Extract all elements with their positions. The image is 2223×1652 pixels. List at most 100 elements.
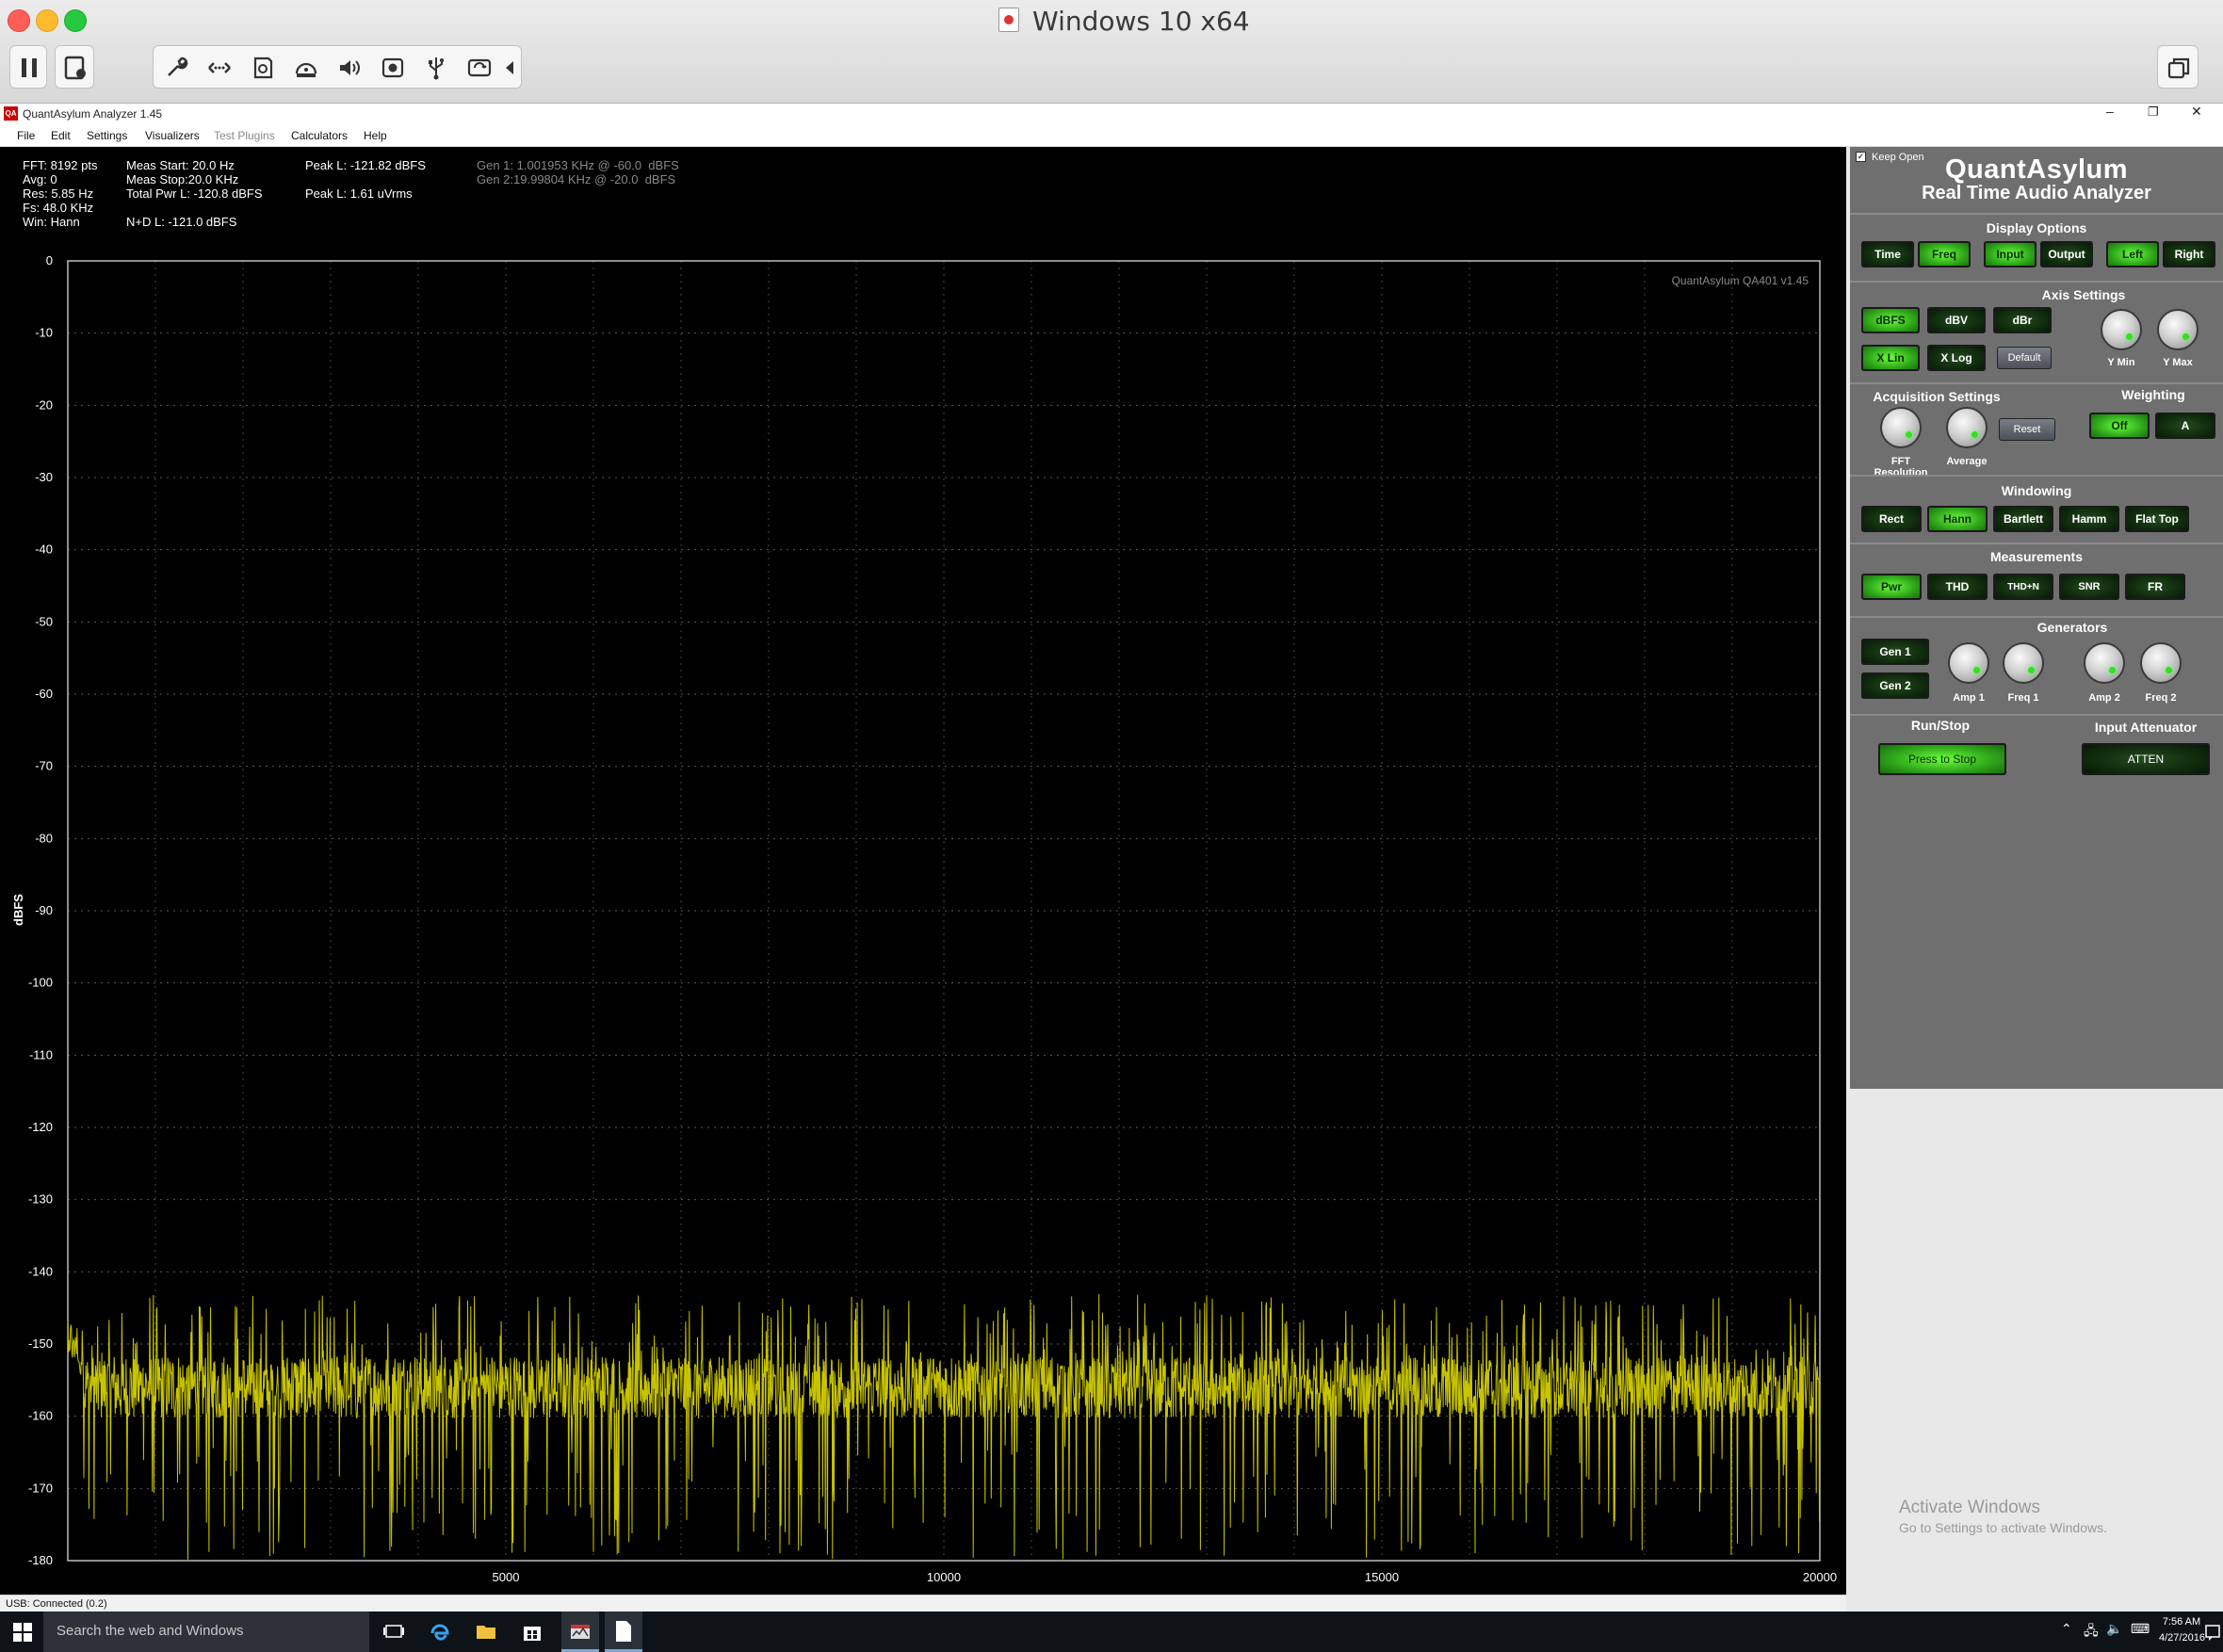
window-rect-button[interactable]: Rect bbox=[1861, 506, 1922, 532]
sound-icon[interactable] bbox=[336, 55, 363, 81]
pwr-button[interactable]: Pwr bbox=[1861, 574, 1922, 600]
y-tick-label: -100 bbox=[28, 976, 53, 990]
window-bartlett-button[interactable]: Bartlett bbox=[1993, 506, 2053, 532]
tray-volume-icon[interactable]: 🔈 bbox=[2106, 1621, 2122, 1637]
thd-button[interactable]: THD bbox=[1927, 574, 1988, 600]
minimize-icon[interactable]: – bbox=[2106, 104, 2114, 119]
taskbar-clock[interactable]: 7:56 AM 4/27/2016 bbox=[2159, 1614, 2205, 1646]
y-tick-label: -40 bbox=[35, 543, 53, 557]
y-tick-label: -10 bbox=[35, 326, 53, 340]
window-hamm-button[interactable]: Hamm bbox=[2059, 506, 2119, 532]
store-icon[interactable] bbox=[521, 1620, 544, 1643]
snr-button[interactable]: SNR bbox=[2059, 574, 2119, 600]
hard-disk-icon[interactable] bbox=[250, 55, 276, 81]
tray-chevron-icon[interactable]: ⌃ bbox=[2061, 1621, 2072, 1637]
y-tick-label: -170 bbox=[28, 1481, 53, 1495]
atten-button[interactable]: ATTEN bbox=[2082, 743, 2210, 775]
window-hann-button[interactable]: Hann bbox=[1927, 506, 1988, 532]
edge-browser-icon[interactable] bbox=[429, 1620, 451, 1643]
network-icon[interactable] bbox=[206, 55, 233, 81]
spectrum-plot-area[interactable]: FFT: 8192 pts Avg: 0 Res: 5.85 Hz Fs: 48.0 … bbox=[0, 147, 1846, 1595]
optical-drive-icon[interactable] bbox=[293, 55, 319, 81]
y-tick-label: -90 bbox=[35, 903, 53, 917]
thd-n-button[interactable]: THD+N bbox=[1993, 574, 2053, 600]
windowing-header: Windowing bbox=[2001, 483, 2072, 498]
y-tick-label: -180 bbox=[28, 1553, 53, 1567]
gen-2-button[interactable]: Gen 2 bbox=[1861, 672, 1929, 699]
right-channel-button[interactable]: Right bbox=[2163, 241, 2215, 267]
pause-button[interactable] bbox=[9, 45, 47, 89]
weighting-off-button[interactable]: Off bbox=[2089, 413, 2150, 439]
y-tick-label: -150 bbox=[28, 1336, 53, 1351]
window-flat-top-button[interactable]: Flat Top bbox=[2125, 506, 2189, 532]
amp-1-knob[interactable] bbox=[1948, 642, 1989, 684]
average-knob[interactable] bbox=[1946, 407, 1988, 448]
y-tick-label: -20 bbox=[35, 397, 53, 412]
activate-line-1: Activate Windows bbox=[1899, 1498, 2040, 1517]
input-attenuator-header: Input Attenuator bbox=[2094, 720, 2198, 735]
weighting-header: Weighting bbox=[2121, 387, 2185, 402]
snapshot-button[interactable] bbox=[55, 45, 94, 89]
menu-edit[interactable]: Edit bbox=[51, 129, 71, 142]
freq-2-knob[interactable] bbox=[2140, 642, 2182, 684]
y-axis-label: dBFS bbox=[11, 894, 25, 926]
wrench-icon[interactable] bbox=[163, 55, 189, 81]
y-tick-label: -120 bbox=[28, 1120, 53, 1134]
y-tick-label: -70 bbox=[35, 759, 53, 773]
task-view-icon[interactable] bbox=[382, 1620, 405, 1643]
brand-subtitle: Real Time Audio Analyzer bbox=[1922, 183, 2151, 203]
menu-visualizers[interactable]: Visualizers bbox=[145, 129, 200, 142]
action-center-icon[interactable] bbox=[2204, 1623, 2221, 1642]
app-title: QuantAsylum Analyzer 1.45 bbox=[23, 107, 163, 121]
default-button[interactable]: Default bbox=[1997, 347, 2052, 369]
freq-1-knob[interactable] bbox=[2003, 642, 2044, 684]
dbv-button[interactable]: dBV bbox=[1927, 307, 1986, 333]
activate-line-2: Go to Settings to activate Windows. bbox=[1899, 1520, 2107, 1535]
fft-resolution-knob[interactable] bbox=[1880, 407, 1922, 448]
reset-button[interactable]: Reset bbox=[1999, 418, 2055, 441]
x-log-button[interactable]: X Log bbox=[1927, 345, 1986, 371]
weighting-a-button[interactable]: A bbox=[2155, 413, 2215, 439]
notepad-icon bbox=[616, 1621, 631, 1642]
x-lin-button[interactable]: X Lin bbox=[1861, 345, 1920, 371]
camera-icon[interactable] bbox=[380, 55, 406, 81]
y-max-knob[interactable] bbox=[2157, 309, 2199, 350]
tray-keyboard-icon[interactable]: ⌨ bbox=[2131, 1621, 2150, 1637]
output-button[interactable]: Output bbox=[2040, 241, 2093, 267]
close-window-button[interactable] bbox=[8, 9, 30, 32]
fullscreen-button[interactable] bbox=[2157, 45, 2199, 89]
taskbar-app-notepad[interactable] bbox=[605, 1612, 642, 1652]
status-bar: USB: Connected (0.2) bbox=[0, 1595, 1846, 1612]
time-button[interactable]: Time bbox=[1861, 241, 1914, 267]
menu-help[interactable]: Help bbox=[364, 129, 387, 142]
left-channel-button[interactable]: Left bbox=[2106, 241, 2159, 267]
amp-2-knob[interactable] bbox=[2084, 642, 2125, 684]
zoom-window-button[interactable] bbox=[64, 9, 87, 32]
windows-start-icon[interactable] bbox=[13, 1623, 32, 1642]
dbfs-button[interactable]: dBFS bbox=[1861, 307, 1920, 333]
dbr-button[interactable]: dBr bbox=[1993, 307, 2052, 333]
y-min-knob[interactable] bbox=[2101, 309, 2142, 350]
input-button[interactable]: Input bbox=[1984, 241, 2036, 267]
spectrum-chart: 0 -10 -20 -30 -40 -50 -60 -70 -80 -90 -100 -110 -120… bbox=[11, 253, 1837, 1584]
file-explorer-icon[interactable] bbox=[475, 1620, 497, 1643]
fr-button[interactable]: FR bbox=[2125, 574, 2185, 600]
shared-folders-icon[interactable] bbox=[466, 55, 493, 81]
menu-calculators[interactable]: Calculators bbox=[291, 129, 348, 142]
freq-button[interactable]: Freq bbox=[1918, 241, 1971, 267]
activate-windows-notice: Activate Windows Go to Settings to activ… bbox=[1899, 1498, 2107, 1535]
press-to-stop-button[interactable]: Press to Stop bbox=[1878, 743, 2006, 775]
measurements-header: Measurements bbox=[1989, 549, 2084, 564]
taskbar-app-analyzer[interactable] bbox=[561, 1612, 599, 1652]
tray-network-icon[interactable]: 🖧 bbox=[2084, 1621, 2099, 1644]
menu-test-plugins[interactable]: Test Plugins bbox=[214, 129, 275, 142]
restore-icon[interactable]: ❐ bbox=[2148, 105, 2159, 120]
gen-1-button[interactable]: Gen 1 bbox=[1861, 639, 1929, 665]
minimize-window-button[interactable] bbox=[36, 9, 58, 32]
taskbar-search-box[interactable]: Search the web and Windows bbox=[43, 1612, 369, 1652]
menu-settings[interactable]: Settings bbox=[87, 129, 127, 142]
usb-icon[interactable] bbox=[423, 55, 449, 81]
menu-file[interactable]: File bbox=[17, 129, 35, 142]
collapse-toolbar-icon[interactable] bbox=[500, 55, 519, 81]
close-icon[interactable]: ✕ bbox=[2191, 104, 2202, 120]
